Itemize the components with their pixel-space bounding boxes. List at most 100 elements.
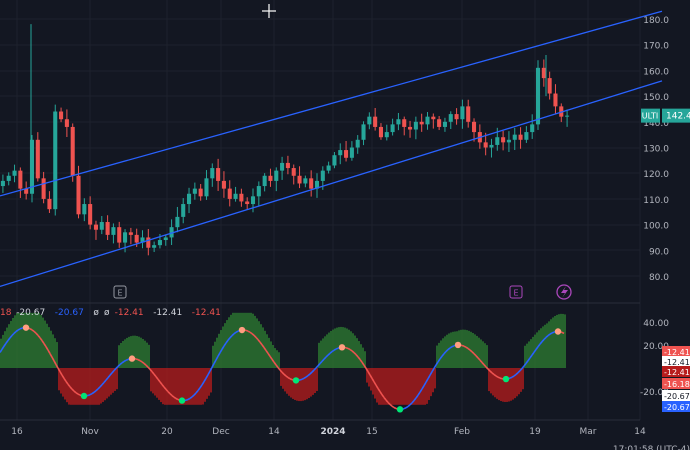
osc-line-seg	[463, 345, 467, 348]
osc-line-seg	[345, 346, 349, 350]
osc-line-seg	[301, 377, 305, 381]
osc-bar	[194, 368, 196, 405]
candle-body	[367, 116, 372, 125]
osc-trough-dot	[178, 397, 186, 404]
osc-bar	[250, 312, 252, 368]
osc-bar	[324, 336, 326, 368]
osc-bar	[308, 368, 310, 399]
osc-bar	[2, 334, 4, 368]
osc-bar	[500, 368, 502, 402]
osc-bar	[538, 330, 540, 368]
osc-line-seg	[303, 376, 307, 380]
candle-body	[530, 124, 535, 133]
osc-line-seg	[495, 375, 499, 378]
candle-body	[233, 193, 238, 199]
candle-body	[524, 132, 529, 140]
osc-bar	[32, 312, 34, 368]
osc-bar	[474, 334, 476, 368]
osc-line-seg	[549, 332, 553, 335]
osc-line-seg	[91, 391, 95, 395]
osc-value-label: -20.67	[664, 392, 690, 401]
osc-line-seg	[135, 358, 139, 361]
osc-peak-dot	[338, 344, 346, 351]
osc-bar	[520, 368, 522, 392]
time-tick-label: 19	[529, 427, 541, 437]
candle-body	[326, 165, 331, 171]
osc-bar	[136, 335, 138, 368]
osc-bar	[554, 316, 556, 368]
candle-body	[361, 124, 366, 140]
last-price-label: 142.4	[666, 112, 690, 122]
osc-line-seg	[187, 397, 191, 401]
price-tick-label: 90.0	[649, 247, 669, 257]
osc-bar	[116, 368, 118, 390]
candle-body	[117, 227, 122, 243]
osc-bar	[558, 314, 560, 368]
osc-line-seg	[499, 377, 503, 380]
osc-bar	[254, 315, 256, 368]
candle-body	[250, 196, 256, 205]
osc-bar	[548, 321, 550, 368]
osc-line-seg	[75, 392, 79, 395]
candle-body	[332, 155, 337, 166]
osc-bar	[460, 329, 462, 368]
time-tick-label: Feb	[454, 427, 470, 437]
osc-line-seg	[509, 376, 513, 379]
osc-bar	[408, 368, 410, 405]
osc-bar	[480, 339, 482, 368]
osc-bar	[392, 368, 394, 405]
osc-bar	[478, 337, 480, 368]
candle-body	[239, 193, 244, 202]
osc-bar	[556, 314, 558, 368]
osc-line-seg	[333, 348, 337, 351]
osc-line-seg	[405, 405, 409, 409]
osc-bar	[380, 368, 382, 405]
osc-value-label: -16.18	[664, 380, 690, 389]
osc-bar	[218, 333, 220, 368]
osc-trough-dot	[292, 377, 300, 384]
candle-body	[274, 170, 279, 181]
candle-body	[425, 116, 430, 125]
osc-line-seg	[185, 398, 189, 401]
price-tick-label: 100.0	[643, 222, 669, 232]
stock-chart[interactable]: 180.0170.0160.0150.0140.0130.0120.0110.0…	[0, 0, 690, 450]
legend-value: 18	[0, 308, 12, 318]
osc-bar	[388, 368, 390, 405]
candle-body	[175, 216, 180, 228]
osc-bar	[90, 368, 92, 405]
candle-body	[303, 178, 308, 184]
osc-bar	[462, 329, 464, 368]
candle-body	[146, 237, 151, 248]
osc-bar	[514, 368, 516, 399]
osc-bar	[238, 312, 240, 368]
time-tick-label: 20	[161, 427, 173, 437]
osc-bar	[192, 368, 194, 405]
candle-body	[221, 180, 226, 189]
osc-bar	[128, 336, 130, 368]
osc-line-seg	[449, 346, 453, 349]
osc-line-seg	[391, 405, 395, 409]
osc-bar	[260, 324, 262, 368]
osc-line-seg	[289, 377, 293, 381]
time-tick-label: 14	[634, 427, 646, 437]
candle-body	[134, 234, 139, 243]
osc-bar	[140, 337, 142, 368]
price-tick-label: 150.0	[643, 93, 669, 103]
osc-bar	[234, 312, 236, 368]
osc-bar	[552, 317, 554, 368]
osc-bar	[134, 335, 136, 368]
osc-peak-dot	[22, 324, 30, 331]
osc-bar	[360, 344, 362, 368]
osc-bar	[278, 352, 280, 368]
osc-line-seg	[403, 407, 407, 410]
osc-bar	[434, 368, 436, 389]
time-readout: 17:01:58 (UTC-4)	[613, 445, 690, 450]
osc-bar	[382, 368, 384, 405]
osc-line-seg	[497, 376, 501, 379]
osc-bar	[502, 368, 504, 402]
osc-bar	[282, 368, 284, 389]
osc-bar	[24, 312, 26, 368]
osc-bar	[296, 368, 298, 401]
osc-bar	[288, 368, 290, 396]
osc-bar	[52, 334, 54, 368]
